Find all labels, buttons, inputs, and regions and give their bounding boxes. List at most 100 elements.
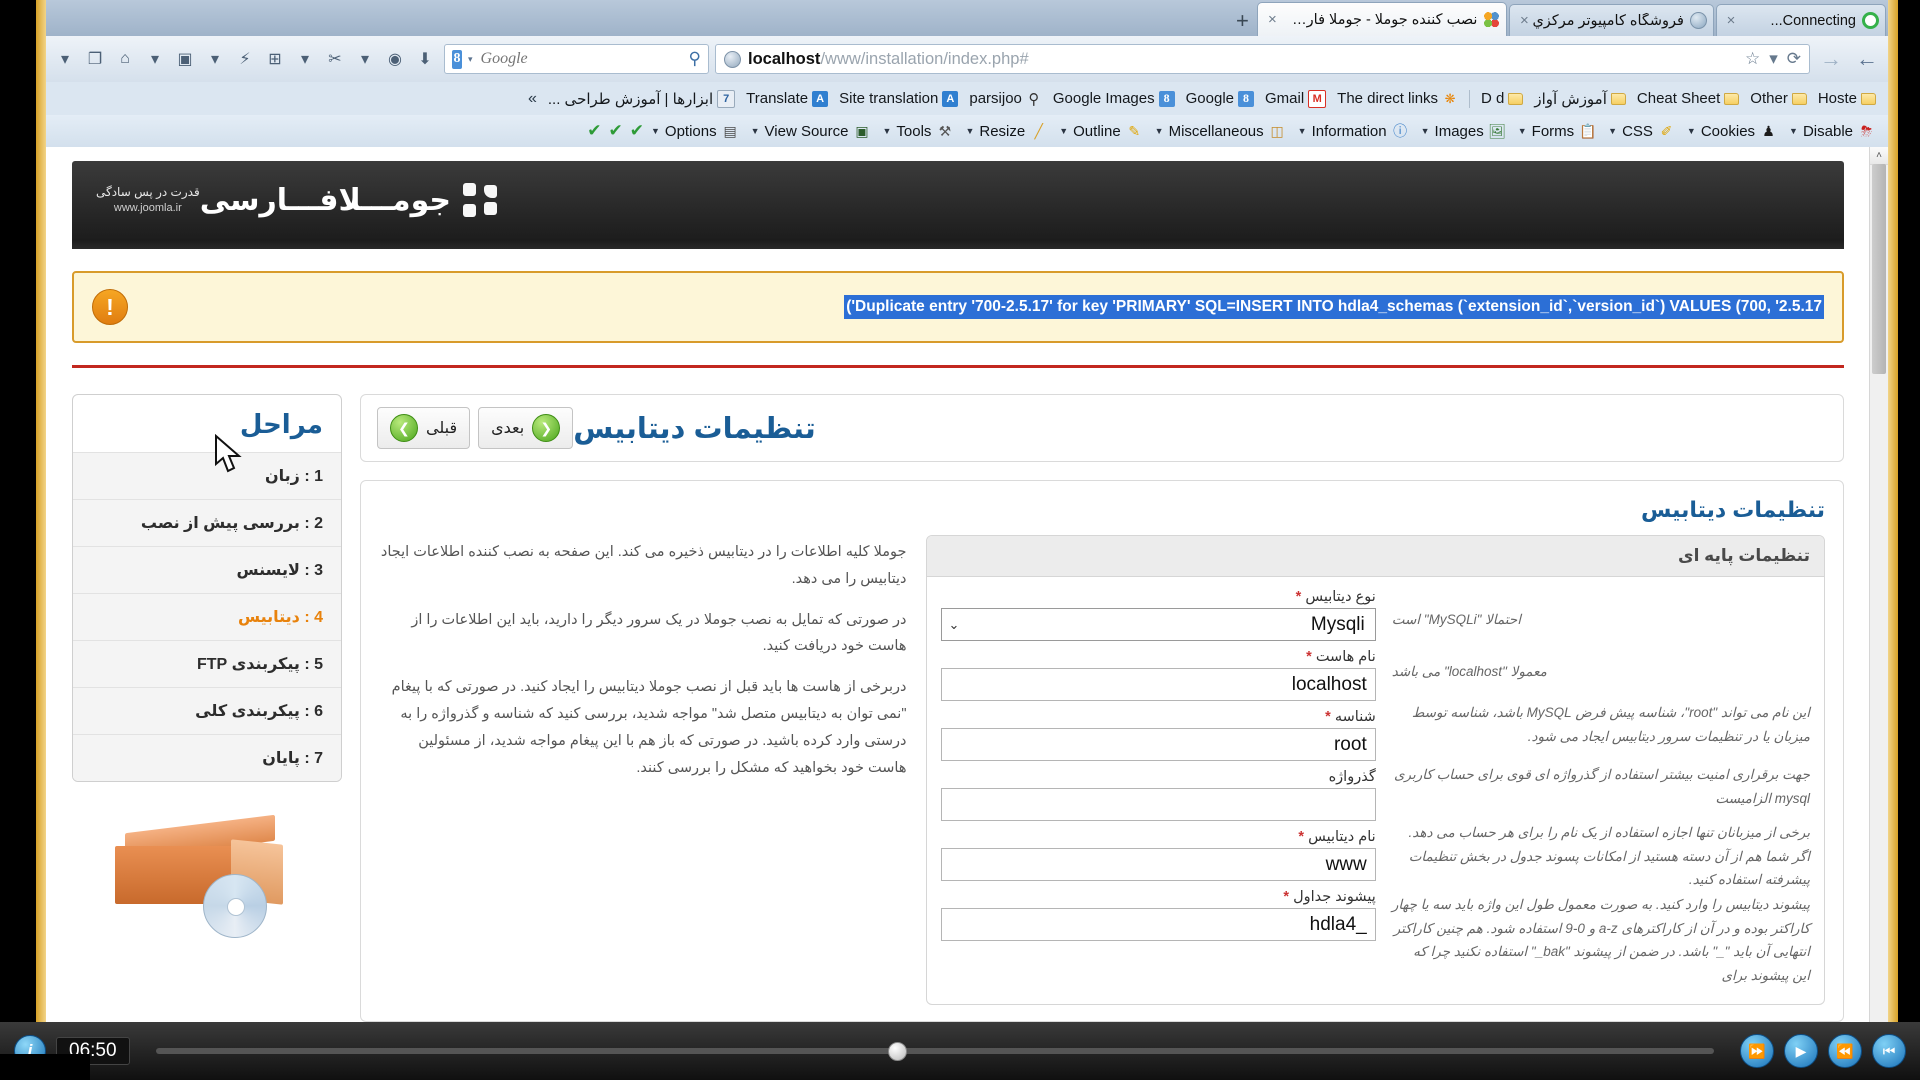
bookmark-item[interactable]: ❋ The direct links	[1333, 88, 1462, 109]
bookmark-item[interactable]: Other	[1746, 88, 1811, 109]
sidebar-item-language[interactable]: 1 : زبان	[73, 452, 341, 499]
bookmark-item[interactable]: آموزش آواز	[1530, 88, 1630, 110]
grid-icon[interactable]: ⊞	[262, 45, 288, 73]
close-icon[interactable]: ×	[1264, 11, 1280, 28]
screen-icon[interactable]: ▣	[172, 45, 198, 73]
forward-button[interactable]: →	[1816, 44, 1846, 74]
bookmark-item[interactable]: D d	[1477, 88, 1527, 109]
bookmark-star-icon[interactable]: ☆	[1745, 49, 1760, 69]
database-name-input[interactable]	[941, 848, 1376, 881]
bookmark-item[interactable]: Cheat Sheet	[1633, 88, 1743, 109]
webdev-view-source-menu[interactable]: ▣ View Source ▼	[746, 121, 876, 142]
chevron-down-icon[interactable]: ▾	[352, 45, 378, 73]
webdev-information-menu[interactable]: ⓘ Information ▼	[1293, 121, 1414, 142]
search-icon[interactable]: ⚲	[689, 49, 701, 69]
seek-slider[interactable]	[155, 1042, 1714, 1061]
webdev-options-menu[interactable]: ▤ Options ▼	[646, 121, 744, 142]
globe-icon[interactable]: ◉	[382, 45, 408, 73]
google-icon: 8	[1238, 90, 1254, 107]
chevron-down-icon[interactable]: ▾	[1769, 49, 1778, 69]
bookmark-item[interactable]: M Gmail	[1261, 88, 1330, 110]
hint-text: برخی از میزبانان تنها اجازه استفاده از ی…	[1408, 825, 1811, 888]
sidebar-item-ftp-config[interactable]: 5 : پیکربندی FTP	[73, 640, 341, 687]
joomla-installer-page: جومـــلافـــارسی قدرت در پس سادگی www.jo…	[46, 147, 1870, 1022]
cookies-icon: ♟	[1762, 122, 1775, 139]
sidebar-item-preinstall-check[interactable]: 2 : بررسی پیش از نصب	[73, 499, 341, 546]
rewind-button[interactable]: ⏪	[1828, 1034, 1862, 1068]
bookmark-item[interactable]: ⚲ parsijoo	[965, 88, 1046, 109]
table-prefix-input[interactable]	[941, 908, 1376, 941]
webdev-css-menu[interactable]: ✐ CSS ▼	[1603, 121, 1680, 142]
bookmarks-overflow-button[interactable]: »	[528, 90, 541, 108]
previous-button[interactable]: قبلی ❯	[377, 407, 471, 449]
description-paragraph: جوملا کلیه اطلاعات را در دیتابیس ذخیره م…	[380, 544, 907, 587]
steps-box: مراحل 1 : زبان 2 : بررسی پیش از نصب 3 : …	[72, 394, 342, 782]
download-icon[interactable]: ⬇	[412, 45, 438, 73]
sidebar-item-database[interactable]: 4 : دیتابیس	[73, 593, 341, 640]
search-input[interactable]	[478, 49, 683, 69]
sidebar-item-main-config[interactable]: 6 : پیکربندی کلی	[73, 687, 341, 734]
webdev-resize-menu[interactable]: ╱ Resize ▼	[960, 121, 1052, 142]
play-button[interactable]: ▶	[1784, 1034, 1818, 1068]
chevron-down-icon[interactable]: ▾	[292, 45, 318, 73]
close-icon[interactable]: ×	[1516, 12, 1532, 29]
bookmark-label: Google Images	[1052, 90, 1155, 107]
seek-handle[interactable]	[888, 1042, 908, 1061]
folder-icon	[1610, 92, 1626, 105]
scroll-up-arrow[interactable]: ˄	[1870, 147, 1888, 165]
bookmark-item[interactable]: A Translate	[742, 88, 832, 109]
outline-icon: ✎	[1128, 122, 1141, 139]
hostname-input[interactable]	[941, 668, 1376, 701]
new-tab-button[interactable]: +	[1227, 6, 1257, 36]
password-input[interactable]	[941, 788, 1376, 821]
reload-icon[interactable]: ⟳	[1787, 49, 1801, 69]
chevron-down-icon[interactable]: ▾	[468, 54, 473, 65]
chevron-down-icon[interactable]: ▾	[202, 45, 228, 73]
chevron-down-icon[interactable]: ▾	[142, 45, 168, 73]
database-type-select[interactable]: ⌄ Mysqli	[941, 608, 1376, 641]
bookmark-item[interactable]: Hoste	[1814, 88, 1880, 109]
browser-tab-1[interactable]: Connecting... ×	[1716, 4, 1886, 36]
next-button[interactable]: ❮ بعدی	[478, 407, 574, 449]
skip-back-button[interactable]: ⏮	[1872, 1034, 1906, 1068]
webdev-images-menu[interactable]: 🖼 Images ▼	[1416, 121, 1511, 142]
sidebar-item-finish[interactable]: 7 : پایان	[73, 734, 341, 781]
lightning-icon[interactable]: ⚡	[232, 45, 258, 73]
field-database-name: نام دیتابیس *	[941, 829, 1376, 881]
fast-forward-button[interactable]: ⏩	[1740, 1034, 1774, 1068]
required-marker: *	[1325, 709, 1331, 725]
bookmark-item[interactable]: 7 ابزارها | آموزش طراحی ...	[544, 88, 739, 110]
bookmark-item[interactable]: 8 Google Images	[1049, 88, 1179, 109]
scissors-icon[interactable]: ✂	[322, 45, 348, 73]
vertical-scrollbar[interactable]: ˄	[1869, 147, 1888, 1022]
form-hints-column: احتمالا "MySQLi" است معمولا "localhost" …	[1392, 589, 1810, 988]
sidebar-item-license[interactable]: 3 : لایسنس	[73, 546, 341, 593]
browser-tab-2[interactable]: فروشگاه کامپیوتر مرکزي ×	[1509, 4, 1714, 36]
webdev-disable-menu[interactable]: ⛈ Disable ▼	[1784, 121, 1880, 142]
webdev-outline-menu[interactable]: ✎ Outline ▼	[1054, 121, 1147, 142]
address-bar[interactable]: localhost/www/installation/index.php# ☆ …	[715, 44, 1810, 74]
next-button-label: بعدی	[491, 420, 525, 437]
search-bar[interactable]: 8 ▾ ⚲	[444, 44, 709, 74]
web-developer-toolbar: ⛈ Disable ▼ ♟ Cookies ▼ ✐ CSS ▼ 📋 Forms ▼ 🖼 Image…	[46, 115, 1888, 147]
browser-tab-3[interactable]: نصب کننده جوملا - جوملا فارس... ×	[1257, 2, 1508, 36]
close-icon[interactable]: ×	[1723, 12, 1739, 29]
back-button[interactable]: ←	[1852, 44, 1882, 74]
webdev-forms-menu[interactable]: 📋 Forms ▼	[1513, 121, 1601, 142]
webdev-cookies-menu[interactable]: ♟ Cookies ▼	[1682, 121, 1782, 142]
google-icon[interactable]: 8	[452, 49, 463, 69]
webdev-miscellaneous-menu[interactable]: ◫ Miscellaneous ▼	[1150, 121, 1291, 142]
scrollbar-thumb[interactable]	[1872, 164, 1886, 374]
label-text: پیشوند جداول	[1293, 889, 1376, 905]
hint-username: این نام می تواند "root"، شناسه پیش فرض M…	[1392, 701, 1810, 763]
hint-table-prefix: پیشوند دیتابیس را وارد کنید. به صورت معم…	[1392, 893, 1810, 988]
chevron-down-icon[interactable]: ▾	[52, 45, 78, 73]
bookmark-item[interactable]: 8 Google	[1182, 88, 1258, 109]
bookmark-item[interactable]: A Site translation	[835, 88, 962, 109]
form-heading: تنظیمات پایه ای	[927, 536, 1824, 577]
webdev-tools-menu[interactable]: ⚒ Tools ▼	[877, 121, 958, 142]
page-icon[interactable]: ❐	[82, 45, 108, 73]
panel-description: جوملا کلیه اطلاعات را در دیتابیس ذخیره م…	[379, 535, 907, 796]
home-icon[interactable]: ⌂	[112, 45, 138, 73]
username-input[interactable]	[941, 728, 1376, 761]
